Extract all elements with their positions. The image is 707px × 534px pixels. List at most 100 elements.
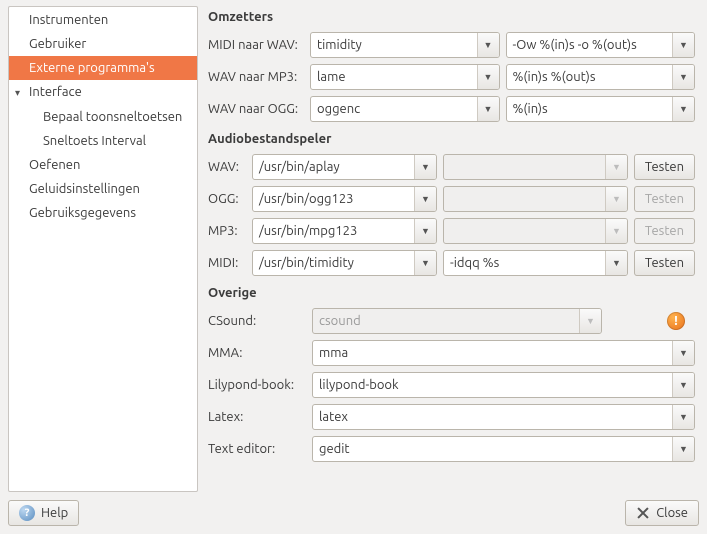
converter-command-combo[interactable]: oggenc▼: [310, 96, 500, 122]
sidebar-item-label: Gebruiker: [29, 37, 86, 51]
audioplayer-command-combo[interactable]: /usr/bin/mpg123▼: [252, 218, 437, 244]
row-label: Text editor:: [208, 442, 306, 456]
sidebar-item[interactable]: Oefenen: [9, 153, 197, 177]
chevron-down-icon[interactable]: ▼: [414, 219, 436, 243]
sidebar-item[interactable]: Externe programma's: [9, 56, 197, 80]
row-label: Lilypond-book:: [208, 378, 306, 392]
chevron-down-icon[interactable]: ▼: [672, 341, 694, 365]
preferences-content: Omzetters MIDI naar WAV:timidity▼-Ow %(i…: [208, 6, 699, 492]
row-label: WAV naar OGG:: [208, 102, 304, 116]
combo-value: /usr/bin/ogg123: [253, 187, 414, 211]
chevron-down-icon[interactable]: ▼: [672, 33, 694, 57]
row-label: OGG:: [208, 192, 246, 206]
chevron-down-icon[interactable]: ▼: [605, 251, 627, 275]
combo-value: gedit: [313, 437, 672, 461]
close-button[interactable]: Close: [625, 500, 699, 526]
sidebar-item[interactable]: Gebruiksgegevens: [9, 201, 197, 225]
audioplayer-command-combo[interactable]: /usr/bin/timidity▼: [252, 250, 437, 276]
chevron-down-icon[interactable]: ▼: [672, 405, 694, 429]
other-row: Latex: latex▼: [208, 404, 695, 430]
test-button[interactable]: Testen: [634, 250, 695, 276]
chevron-down-icon[interactable]: ▼: [672, 373, 694, 397]
combo-value: /usr/bin/timidity: [253, 251, 414, 275]
sidebar-item[interactable]: Instrumenten: [9, 8, 197, 32]
other-command-combo: csound▼: [312, 308, 602, 334]
converter-row: WAV naar OGG:oggenc▼%(in)s▼: [208, 96, 695, 122]
chevron-down-icon: ▼: [605, 155, 627, 179]
converter-command-combo[interactable]: lame▼: [310, 64, 500, 90]
chevron-down-icon[interactable]: ▼: [414, 251, 436, 275]
chevron-down-icon[interactable]: ▼: [414, 155, 436, 179]
sidebar-item[interactable]: ▾Interface: [9, 80, 197, 105]
converter-args-combo[interactable]: -Ow %(in)s -o %(out)s▼: [506, 32, 696, 58]
combo-value: /usr/bin/mpg123: [253, 219, 414, 243]
audioplayer-args-combo: ▼: [443, 154, 628, 180]
audioplayer-args-combo: ▼: [443, 218, 628, 244]
combo-value: -Ow %(in)s -o %(out)s: [507, 33, 673, 57]
row-label: MMA:: [208, 346, 306, 360]
other-row: CSound: csound▼!: [208, 308, 695, 334]
row-label: WAV naar MP3:: [208, 70, 304, 84]
audioplayer-row: WAV:/usr/bin/aplay▼▼Testen: [208, 154, 695, 180]
sidebar-item-label: Sneltoets Interval: [43, 134, 146, 148]
audioplayer-command-combo[interactable]: /usr/bin/ogg123▼: [252, 186, 437, 212]
combo-value: %(in)s %(out)s: [507, 65, 673, 89]
sidebar-item-label: Bepaal toonsneltoetsen: [43, 110, 182, 124]
sidebar-item-label: Oefenen: [29, 158, 80, 172]
combo-value: [444, 187, 605, 211]
sidebar-item-label: Externe programma's: [29, 61, 155, 75]
chevron-down-icon: ▼: [579, 309, 601, 333]
row-label: WAV:: [208, 160, 246, 174]
combo-value: /usr/bin/aplay: [253, 155, 414, 179]
other-command-combo[interactable]: latex▼: [312, 404, 695, 430]
test-button-label: Testen: [645, 192, 684, 206]
sidebar-item[interactable]: Sneltoets Interval: [9, 129, 197, 153]
combo-value: -idqq %s: [444, 251, 605, 275]
help-icon: ?: [19, 505, 35, 521]
chevron-down-icon: ▾: [15, 84, 25, 102]
audioplayer-args-combo[interactable]: -idqq %s▼: [443, 250, 628, 276]
chevron-down-icon[interactable]: ▼: [672, 97, 694, 121]
audioplayer-command-combo[interactable]: /usr/bin/aplay▼: [252, 154, 437, 180]
row-label: Latex:: [208, 410, 306, 424]
combo-value: timidity: [311, 33, 477, 57]
other-command-combo[interactable]: gedit▼: [312, 436, 695, 462]
test-button[interactable]: Testen: [634, 154, 695, 180]
row-label: MP3:: [208, 224, 246, 238]
converter-args-combo[interactable]: %(in)s %(out)s▼: [506, 64, 696, 90]
close-icon: [636, 506, 650, 520]
chevron-down-icon[interactable]: ▼: [672, 65, 694, 89]
combo-value: %(in)s: [507, 97, 673, 121]
converter-args-combo[interactable]: %(in)s▼: [506, 96, 696, 122]
chevron-down-icon[interactable]: ▼: [477, 33, 499, 57]
other-command-combo[interactable]: mma▼: [312, 340, 695, 366]
dialog-footer: ? Help Close: [0, 492, 707, 534]
chevron-down-icon: ▼: [605, 219, 627, 243]
preferences-category-tree[interactable]: Instrumenten Gebruiker Externe programma's…: [8, 6, 198, 492]
chevron-down-icon[interactable]: ▼: [477, 97, 499, 121]
combo-value: [444, 155, 605, 179]
chevron-down-icon[interactable]: ▼: [672, 437, 694, 461]
row-label: CSound:: [208, 314, 306, 328]
test-button: Testen: [634, 186, 695, 212]
warning-wrap: !: [608, 312, 695, 330]
help-button[interactable]: ? Help: [8, 500, 79, 526]
other-row: MMA: mma▼: [208, 340, 695, 366]
converter-command-combo[interactable]: timidity▼: [310, 32, 500, 58]
chevron-down-icon[interactable]: ▼: [414, 187, 436, 211]
sidebar-item[interactable]: Geluidsinstellingen: [9, 177, 197, 201]
warning-icon: !: [667, 312, 685, 330]
sidebar-item[interactable]: Gebruiker: [9, 32, 197, 56]
row-label: MIDI naar WAV:: [208, 38, 304, 52]
close-button-label: Close: [656, 506, 688, 520]
section-title-converters: Omzetters: [208, 10, 695, 24]
section-title-other: Overige: [208, 286, 695, 300]
sidebar-item[interactable]: Bepaal toonsneltoetsen: [9, 105, 197, 129]
other-command-combo[interactable]: lilypond-book▼: [312, 372, 695, 398]
combo-value: lame: [311, 65, 477, 89]
converter-row: WAV naar MP3:lame▼%(in)s %(out)s▼: [208, 64, 695, 90]
sidebar-item-label: Geluidsinstellingen: [29, 182, 140, 196]
chevron-down-icon[interactable]: ▼: [477, 65, 499, 89]
test-button-label: Testen: [645, 160, 684, 174]
combo-value: mma: [313, 341, 672, 365]
